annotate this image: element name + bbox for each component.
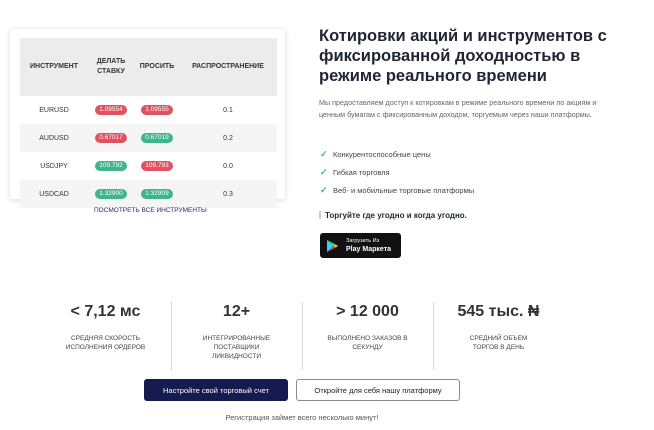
bid-price: 0.67017 — [95, 133, 127, 143]
trade-anywhere: Торгуйте где угодно и когда угодно. — [319, 211, 467, 220]
column-instrument: ИНСТРУМЕНТ — [29, 63, 78, 70]
registration-note: Регистрация займет всего несколько минут… — [225, 413, 379, 422]
quote-row-usdjpy: USDJPY 109.792 109.793 0.0 — [20, 152, 277, 180]
instrument-name: USDJPY — [40, 162, 68, 170]
quotes-table-header: ИНСТРУМЕНТ ДЕЛАТЬ СТАВКУ ПРОСИТЬ РАСПРОСТ… — [20, 38, 277, 96]
column-spread: РАСПРОСТРАНЕНИЕ — [192, 63, 264, 70]
column-bid: ДЕЛАТЬ СТАВКУ — [96, 58, 126, 75]
quote-row-usdcad: USDCAD 1.32900 1.32909 0.3 — [20, 180, 277, 208]
spread-value: 0.1 — [223, 106, 233, 114]
bid-price: 109.792 — [95, 161, 127, 171]
stat-daily-volume: 545 тыс. ₦ СРЕДНИЙ ОБЪЕМ ТОРГОВ В ДЕНЬ — [433, 300, 564, 370]
stat-liquidity-providers: 12+ ИНТЕГРИРОВАННЫЕ ПОСТАВЩИКИ ЛИКВИДНОС… — [171, 300, 302, 370]
quote-row-eurusd: EURUSD 1.09554 1.09555 0.1 — [20, 96, 277, 124]
view-all-instruments-link[interactable]: ПОСМОТРЕТЬ ВСЕ ИНСТРУМЕНТЫ — [94, 207, 207, 214]
page-description: Мы предоставляем доступ к котировкам в р… — [319, 98, 597, 119]
feature-item: ✓ Гибкая торговля — [320, 163, 474, 181]
spread-value: 0.0 — [223, 162, 233, 170]
divider-mark — [319, 211, 321, 219]
feature-label: Конкурентоспособные цены — [333, 149, 431, 159]
google-play-small-label: Загрузить Из — [346, 237, 380, 244]
quotes-card: ИНСТРУМЕНТ ДЕЛАТЬ СТАВКУ ПРОСИТЬ РАСПРОСТ… — [10, 29, 285, 208]
stat-value: > 12 000 — [336, 303, 399, 320]
ask-price: 109.793 — [141, 161, 173, 171]
stat-execution-speed: < 7,12 мс СРЕДНЯЯ СКОРОСТЬ ИСПОЛНЕНИЯ ОР… — [40, 300, 171, 370]
google-play-icon — [327, 239, 338, 252]
instrument-name: EURUSD — [39, 106, 69, 114]
ask-price: 1.09555 — [141, 105, 173, 115]
quote-row-audusd: AUDUSD 0.67017 0.67019 0.2 — [20, 124, 277, 152]
stat-orders-per-second: > 12 000 ВЫПОЛНЕНО ЗАКАЗОВ В СЕКУНДУ — [302, 300, 433, 370]
check-icon: ✓ — [320, 184, 328, 195]
stats-row: < 7,12 мс СРЕДНЯЯ СКОРОСТЬ ИСПОЛНЕНИЯ ОР… — [40, 300, 564, 370]
ask-price: 1.32909 — [141, 189, 173, 199]
instrument-name: AUDUSD — [39, 134, 69, 142]
spread-value: 0.3 — [223, 190, 233, 198]
check-icon: ✓ — [320, 148, 328, 159]
spread-value: 0.2 — [223, 134, 233, 142]
setup-account-button[interactable]: Настройте свой торговый счет — [144, 379, 288, 401]
feature-label: Веб- и мобильные торговые платформы — [333, 185, 475, 195]
stat-label: СРЕДНИЙ ОБЪЕМ ТОРГОВ В ДЕНЬ — [469, 335, 528, 351]
feature-item: ✓ Конкурентоспособные цены — [320, 145, 474, 163]
page-title: Котировки акций и инструментов с фиксиро… — [319, 27, 607, 85]
google-play-button[interactable]: Загрузить Из Play Маркета — [320, 233, 401, 258]
bid-price: 1.09554 — [95, 105, 127, 115]
ask-price: 0.67019 — [141, 133, 173, 143]
stat-value: < 7,12 мс — [70, 303, 141, 320]
stat-value: 545 тыс. ₦ — [457, 303, 540, 320]
check-icon: ✓ — [320, 166, 328, 177]
bid-price: 1.32900 — [95, 189, 127, 199]
feature-list: ✓ Конкурентоспособные цены ✓ Гибкая торг… — [320, 145, 474, 199]
stat-label: СРЕДНЯЯ СКОРОСТЬ ИСПОЛНЕНИЯ ОРДЕРОВ — [65, 335, 146, 351]
feature-label: Гибкая торговля — [333, 167, 390, 177]
stat-value: 12+ — [222, 303, 251, 320]
discover-platform-button[interactable]: Откройте для себя нашу платформу — [296, 379, 460, 401]
stat-label: ИНТЕГРИРОВАННЫЕ ПОСТАВЩИКИ ЛИКВИДНОСТИ — [202, 335, 271, 360]
instrument-name: USDCAD — [39, 190, 69, 198]
trade-anywhere-text: Торгуйте где угодно и когда угодно. — [325, 211, 467, 220]
stat-label: ВЫПОЛНЕНО ЗАКАЗОВ В СЕКУНДУ — [327, 335, 408, 351]
feature-item: ✓ Веб- и мобильные торговые платформы — [320, 181, 474, 199]
column-ask: ПРОСИТЬ — [139, 63, 175, 70]
google-play-big-label: Play Маркета — [346, 245, 392, 253]
